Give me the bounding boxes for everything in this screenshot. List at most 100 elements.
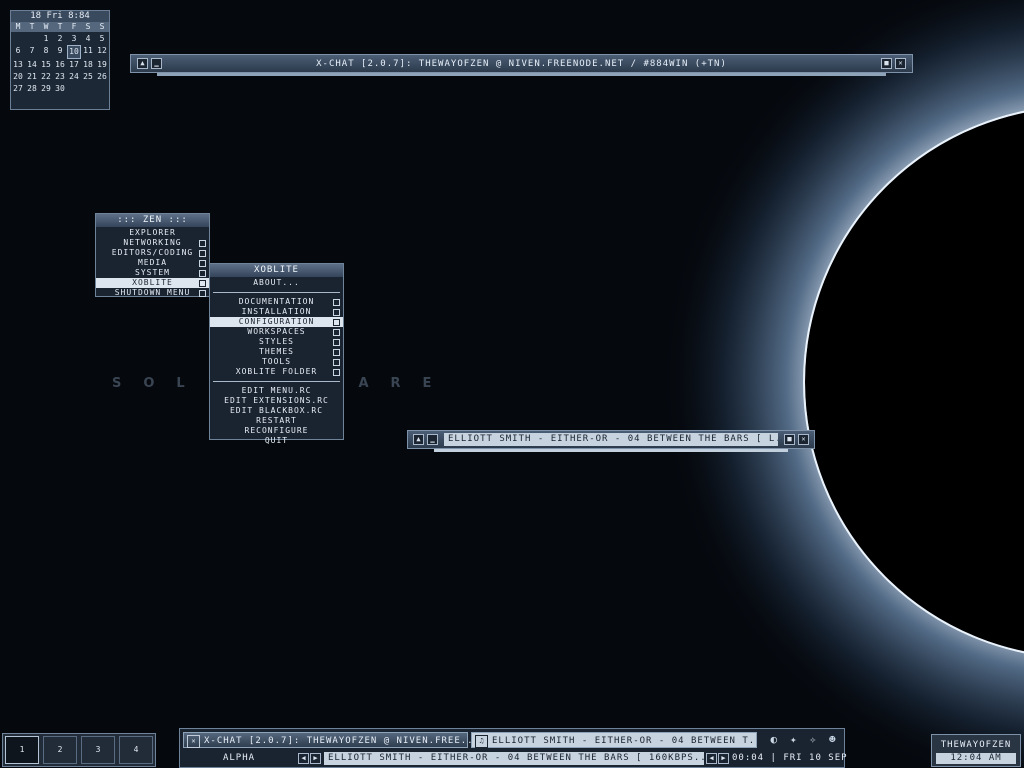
- maximize-icon[interactable]: ■: [881, 58, 892, 69]
- menu-item-label: System: [135, 268, 170, 277]
- menu-item[interactable]: Shutdown Menu: [96, 288, 209, 298]
- calendar-day[interactable]: [11, 33, 25, 45]
- xchat-window[interactable]: ▲ ▁ X-Chat [2.0.7]: thewayofzen @ niven.…: [130, 54, 913, 76]
- calendar-day[interactable]: 9: [53, 45, 67, 59]
- calendar-day[interactable]: 4: [81, 33, 95, 45]
- menu-item[interactable]: System: [96, 268, 209, 278]
- calendar-day[interactable]: 30: [53, 83, 67, 95]
- workspace-3[interactable]: 3: [81, 736, 115, 764]
- calendar-day[interactable]: 29: [39, 83, 53, 95]
- menu-item[interactable]: Edit Menu.rc: [210, 386, 343, 396]
- menu-item[interactable]: Styles: [210, 337, 343, 347]
- calendar-day[interactable]: 1: [39, 33, 53, 45]
- calendar-day[interactable]: 12: [95, 45, 109, 59]
- clock-status: 00:04 | Fri 10 Sep: [732, 753, 848, 763]
- taskbar: ✕ X-Chat [2.0.7]: thewayofzen @ niven.fr…: [179, 728, 848, 768]
- calendar-weekdays: MTWTFSS: [11, 22, 109, 32]
- shade-icon[interactable]: ▲: [413, 434, 424, 445]
- calendar-day[interactable]: 10: [67, 45, 81, 59]
- calendar-day[interactable]: 21: [25, 71, 39, 83]
- prev-workspace-icon[interactable]: ◀: [298, 753, 309, 764]
- menu-item[interactable]: Edit Blackbox.rc: [210, 406, 343, 416]
- task-xchat[interactable]: ✕ X-Chat [2.0.7]: thewayofzen @ niven.fr…: [183, 732, 479, 748]
- menu-item[interactable]: Networking: [96, 238, 209, 248]
- calendar-day[interactable]: [67, 83, 81, 95]
- calendar-day[interactable]: 28: [25, 83, 39, 95]
- menu-item-about[interactable]: About...: [210, 278, 343, 288]
- calendar-day[interactable]: 20: [11, 71, 25, 83]
- xoblite-menu: xoblite About... Documentation Installati…: [209, 263, 344, 445]
- menu-separator: [213, 292, 340, 293]
- menu-title: xoblite: [210, 264, 343, 277]
- menu-item[interactable]: Themes: [210, 347, 343, 357]
- calendar-day[interactable]: 14: [25, 59, 39, 71]
- now-playing[interactable]: Elliott Smith - Either-Or - 04 Between t…: [324, 752, 704, 765]
- workspace-4[interactable]: 4: [119, 736, 153, 764]
- next-workspace-icon[interactable]: ▶: [310, 753, 321, 764]
- task-label: Elliott Smith - Either-Or - 04 Between t…: [492, 736, 768, 746]
- tray-network-icon[interactable]: ✧: [809, 732, 816, 748]
- calendar-day[interactable]: 19: [95, 59, 109, 71]
- tray-alien-icon[interactable]: ☻: [829, 732, 836, 748]
- calendar-day[interactable]: 27: [11, 83, 25, 95]
- tray-mute-icon[interactable]: ◐: [770, 732, 777, 748]
- menu-item[interactable]: Restart: [210, 416, 343, 426]
- calendar-day[interactable]: 5: [95, 33, 109, 45]
- submenu-icon: [199, 250, 206, 257]
- menu-item[interactable]: Configuration: [210, 317, 343, 327]
- calendar-day[interactable]: 26: [95, 71, 109, 83]
- menu-item[interactable]: Workspaces: [210, 327, 343, 337]
- window-divider: [157, 73, 886, 76]
- calendar-day[interactable]: [25, 33, 39, 45]
- menu-item[interactable]: Editors/Coding: [96, 248, 209, 258]
- calendar-day[interactable]: 22: [39, 71, 53, 83]
- calendar-day[interactable]: 7: [25, 45, 39, 59]
- menu-item[interactable]: Reconfigure: [210, 426, 343, 436]
- calendar-day[interactable]: 3: [67, 33, 81, 45]
- minimize-icon[interactable]: ▁: [427, 434, 438, 445]
- tray-runner-icon[interactable]: ✦: [790, 732, 797, 748]
- workspace-1[interactable]: 1: [5, 736, 39, 764]
- calendar-day[interactable]: [95, 83, 109, 95]
- calendar-day[interactable]: 24: [67, 71, 81, 83]
- calendar-day[interactable]: [81, 83, 95, 95]
- calendar-day[interactable]: 18: [81, 59, 95, 71]
- menu-item[interactable]: Explorer: [96, 228, 209, 238]
- menu-item[interactable]: Tools: [210, 357, 343, 367]
- submenu-icon: [199, 290, 206, 297]
- menu-item[interactable]: Quit: [210, 436, 343, 446]
- close-icon[interactable]: ✕: [798, 434, 809, 445]
- next-track-icon[interactable]: ▶: [718, 753, 729, 764]
- submenu-icon: [333, 329, 340, 336]
- menu-title: ::: ZEN :::: [96, 214, 209, 227]
- calendar-day[interactable]: 6: [11, 45, 25, 59]
- weekday-label: M: [15, 22, 21, 31]
- window-title: X-Chat [2.0.7]: thewayofzen @ niven.free…: [316, 59, 727, 69]
- menu-item[interactable]: Edit Extensions.rc: [210, 396, 343, 406]
- close-icon[interactable]: ✕: [895, 58, 906, 69]
- menu-item[interactable]: Media: [96, 258, 209, 268]
- calendar-day[interactable]: 2: [53, 33, 67, 45]
- calendar-day[interactable]: 16: [53, 59, 67, 71]
- username: thewayofzen: [940, 740, 1012, 750]
- prev-track-icon[interactable]: ◀: [706, 753, 717, 764]
- workspace-2[interactable]: 2: [43, 736, 77, 764]
- menu-item[interactable]: xoblite Folder: [210, 367, 343, 377]
- menu-item[interactable]: Installation: [210, 307, 343, 317]
- calendar-day[interactable]: 17: [67, 59, 81, 71]
- menu-item[interactable]: Documentation: [210, 297, 343, 307]
- player-window[interactable]: ▲ ▁ Elliott Smith - Either-Or - 04 Betwe…: [407, 430, 815, 452]
- weekday-label: S: [85, 22, 91, 31]
- maximize-icon[interactable]: ■: [784, 434, 795, 445]
- task-player[interactable]: ♫ Elliott Smith - Either-Or - 04 Between…: [471, 732, 767, 748]
- workspace-label[interactable]: alpha: [183, 752, 295, 765]
- calendar-day[interactable]: 11: [81, 45, 95, 59]
- calendar-day[interactable]: 13: [11, 59, 25, 71]
- calendar-day[interactable]: 23: [53, 71, 67, 83]
- calendar-day[interactable]: 15: [39, 59, 53, 71]
- calendar-header: 18 Fri 8:84: [11, 11, 109, 22]
- calendar-day[interactable]: 8: [39, 45, 53, 59]
- menu-item[interactable]: xoblite: [96, 278, 209, 288]
- calendar-day[interactable]: 25: [81, 71, 95, 83]
- menu-item-label: Installation: [241, 307, 312, 316]
